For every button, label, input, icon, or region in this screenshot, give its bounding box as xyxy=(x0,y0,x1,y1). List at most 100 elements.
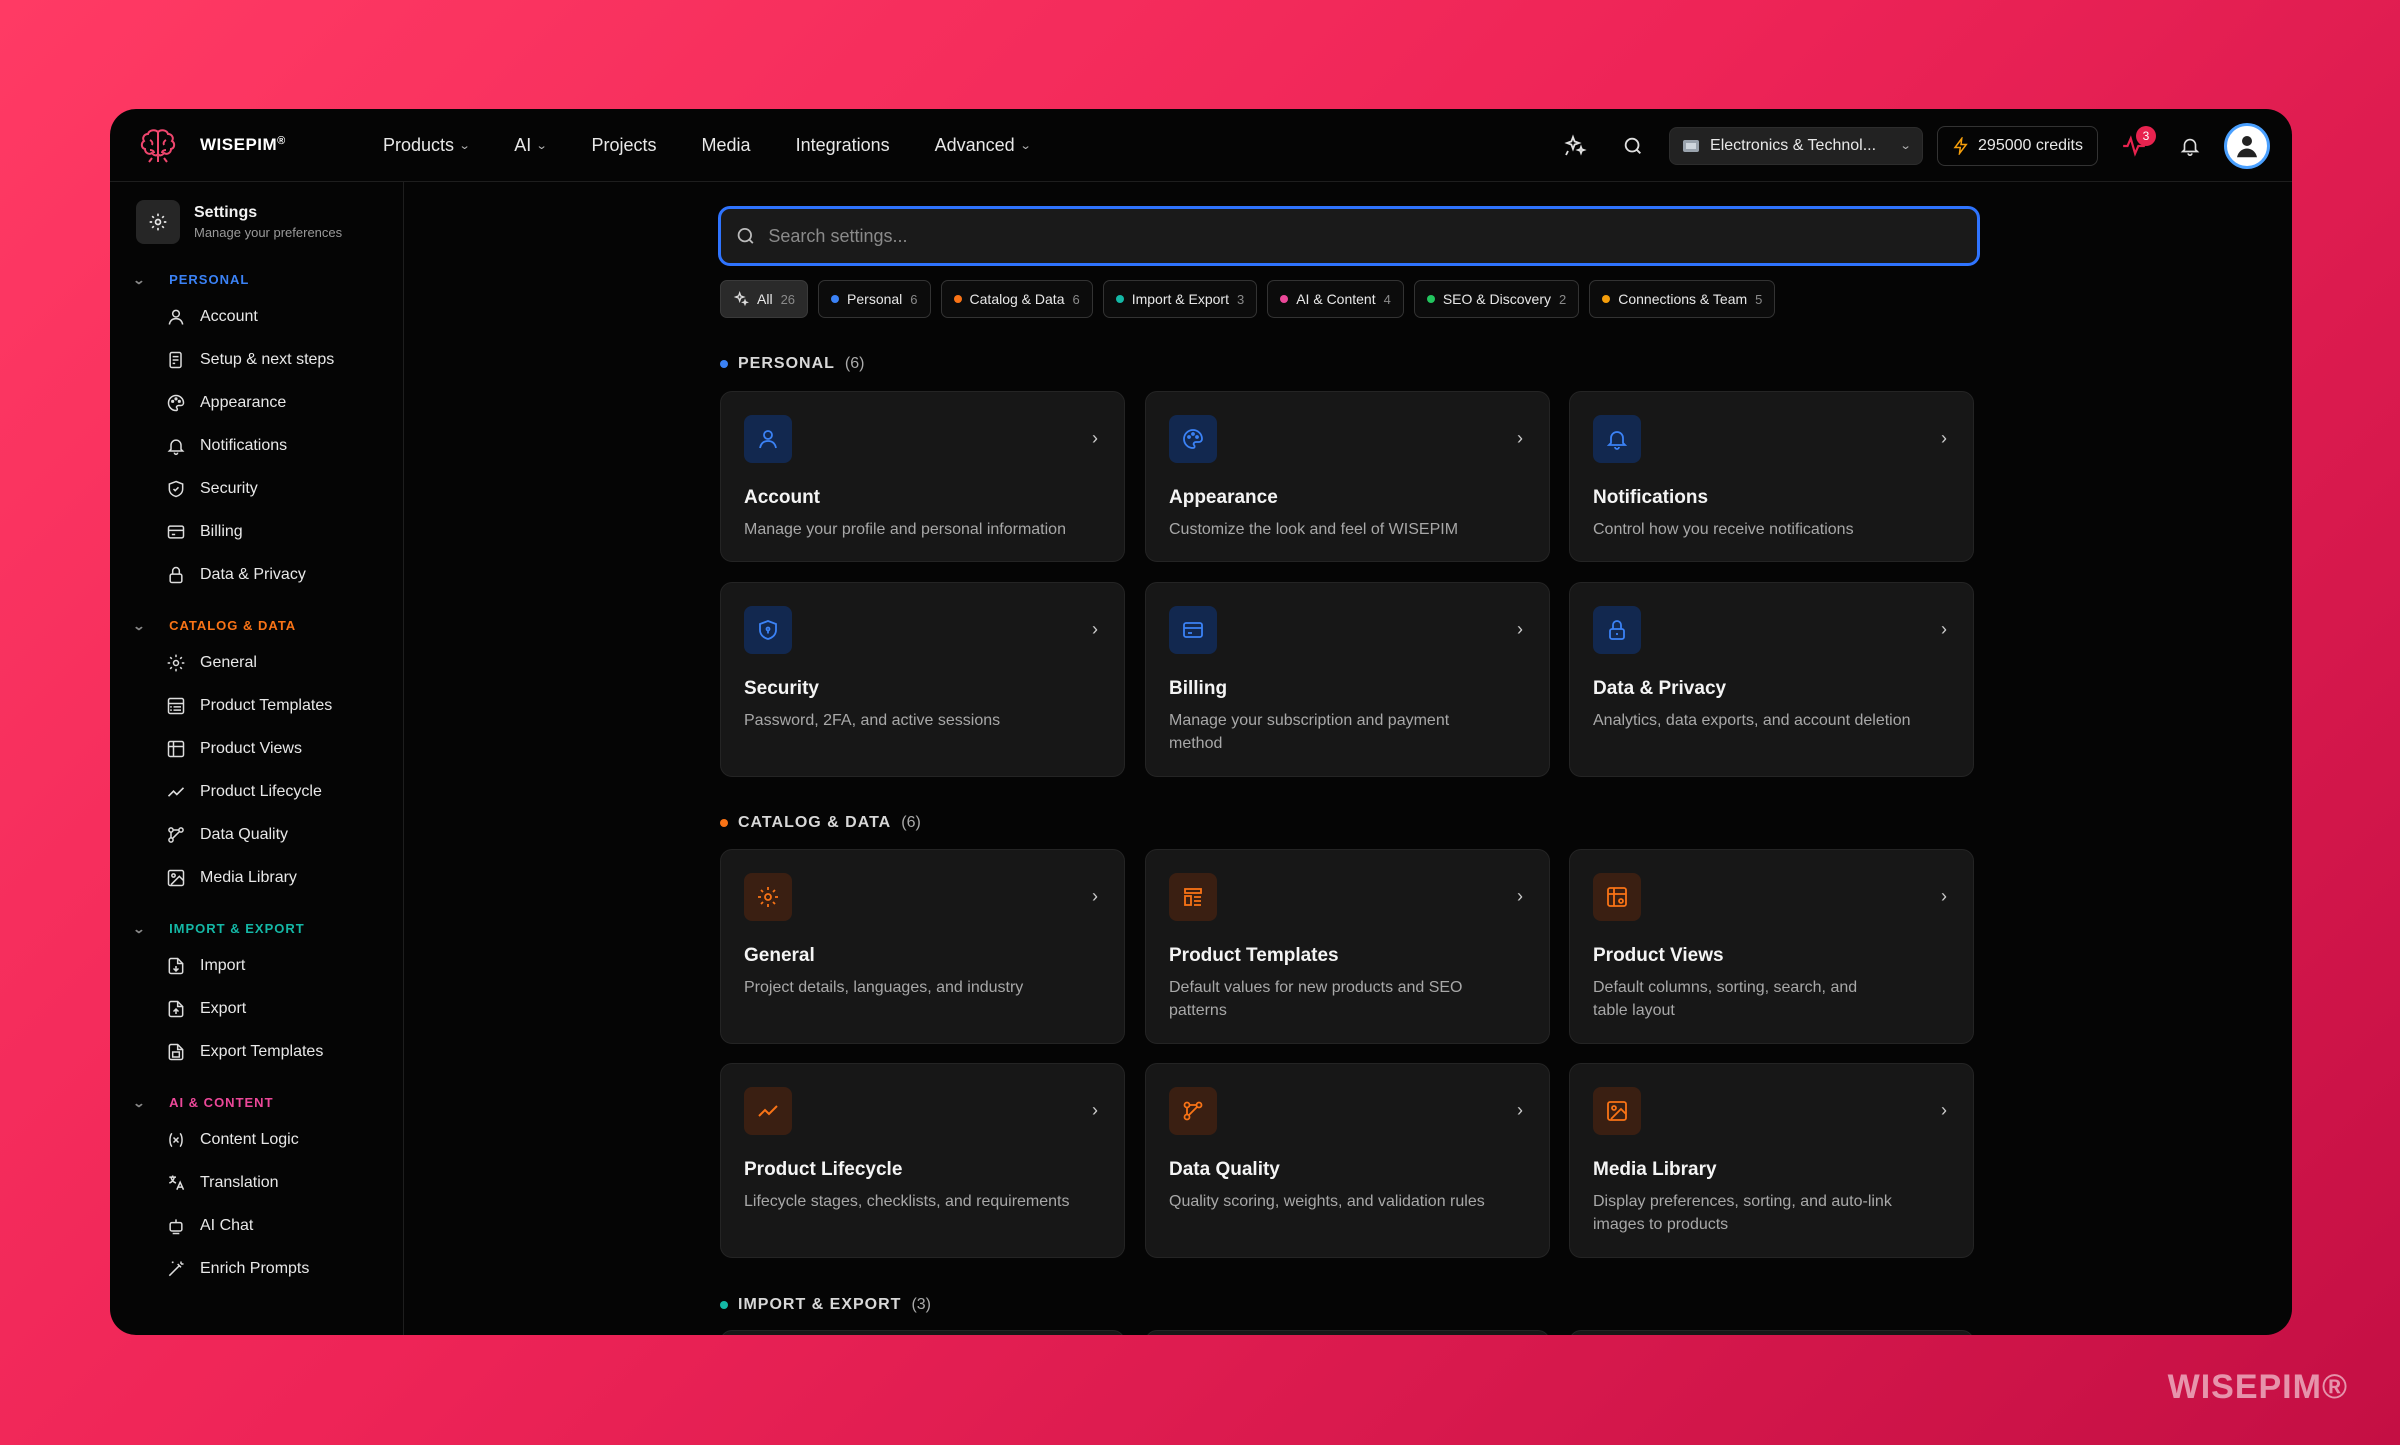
brain-logo-icon[interactable] xyxy=(138,127,178,165)
topbar-actions: Electronics & Technol... ⌄ 295000 credit… xyxy=(1557,109,2270,182)
card-title: Appearance xyxy=(1169,487,1278,508)
card-title: Product Lifecycle xyxy=(744,1159,903,1180)
brand-name: WISEPIM® xyxy=(200,135,286,154)
template-icon xyxy=(167,697,185,715)
settings-search[interactable] xyxy=(718,206,1980,266)
dot-icon xyxy=(953,295,962,303)
dot-icon xyxy=(831,295,840,303)
sidebar-item-product-lifecycle[interactable]: Product Lifecycle xyxy=(166,782,322,802)
nav-products[interactable]: Products ⌄ xyxy=(383,135,471,156)
sidebar-section-personal[interactable]: ⌄ PERSONAL xyxy=(132,272,249,287)
chevron-right-icon: › xyxy=(1941,428,1947,448)
table-icon xyxy=(1593,873,1641,921)
sidebar-item-content-logic[interactable]: Content Logic xyxy=(166,1130,299,1150)
search-input[interactable] xyxy=(768,225,1963,247)
variable-icon xyxy=(169,1132,183,1148)
card-description: Quality scoring, weights, and validation… xyxy=(1169,1193,1485,1210)
gear-icon xyxy=(744,873,792,921)
trend-icon xyxy=(167,787,185,797)
sidebar-item-general[interactable]: General xyxy=(166,653,257,673)
card-title: Data Quality xyxy=(1169,1159,1280,1180)
sidebar-item-product-views[interactable]: Product Views xyxy=(166,739,302,759)
gear-icon xyxy=(136,200,180,244)
card-billing[interactable]: › Billing Manage your subscription and p… xyxy=(1145,582,1550,777)
chip-catalog-data[interactable]: Catalog & Data 6 xyxy=(940,280,1093,318)
card-general[interactable]: › General Project details, languages, an… xyxy=(720,849,1125,1044)
file-import-icon xyxy=(168,957,184,975)
card-partial[interactable] xyxy=(1569,1330,1974,1335)
sidebar-item-export-templates[interactable]: Export Templates xyxy=(166,1042,323,1062)
chip-ai-content[interactable]: AI & Content 4 xyxy=(1267,280,1404,318)
sidebar-item-translation[interactable]: Translation xyxy=(166,1173,279,1193)
card-data-privacy[interactable]: › Data & Privacy Analytics, data exports… xyxy=(1569,582,1974,777)
notifications-button[interactable] xyxy=(2172,128,2208,164)
card-data-quality[interactable]: › Data Quality Quality scoring, weights,… xyxy=(1145,1063,1550,1258)
nav-advanced[interactable]: Advanced ⌄ xyxy=(935,135,1032,156)
settings-sidebar: Settings Manage your preferences ⌄ PERSON… xyxy=(110,182,404,1335)
sidebar-item-enrich-prompts[interactable]: Enrich Prompts xyxy=(166,1259,309,1279)
dot-icon xyxy=(720,1301,728,1309)
card-description: Manage your subscription and payment met… xyxy=(1169,712,1450,752)
card-appearance[interactable]: › Appearance Customize the look and feel… xyxy=(1145,391,1550,562)
sidebar-item-security[interactable]: Security xyxy=(166,479,258,499)
chip-seo-discovery[interactable]: SEO & Discovery 2 xyxy=(1413,280,1580,318)
workspace-select[interactable]: Electronics & Technol... ⌄ xyxy=(1669,126,1924,165)
sidebar-item-ai-chat[interactable]: AI Chat xyxy=(166,1216,253,1236)
magic-wand-icon xyxy=(168,1261,184,1277)
credits-button[interactable]: 295000 credits xyxy=(1937,125,2098,166)
chip-all[interactable]: All 26 xyxy=(720,280,809,318)
sidebar-item-appearance[interactable]: Appearance xyxy=(166,393,286,413)
card-title: Data & Privacy xyxy=(1593,678,1727,699)
sidebar-section-catalog[interactable]: ⌄ CATALOG & DATA xyxy=(132,618,296,633)
dot-icon xyxy=(1602,295,1611,303)
card-title: Billing xyxy=(1169,678,1228,699)
sidebar-item-billing[interactable]: Billing xyxy=(166,522,243,542)
card-partial[interactable] xyxy=(720,1330,1125,1335)
sidebar-item-setup[interactable]: Setup & next steps xyxy=(166,350,334,370)
sidebar-item-import[interactable]: Import xyxy=(166,956,245,976)
nav-media[interactable]: Media xyxy=(702,135,751,156)
card-account[interactable]: › Account Manage your profile and person… xyxy=(720,391,1125,562)
chip-import-export[interactable]: Import & Export 3 xyxy=(1102,280,1258,318)
card-description: Manage your profile and personal informa… xyxy=(744,521,1066,538)
activity-button[interactable]: 3 xyxy=(2116,125,2156,164)
user-icon xyxy=(744,415,792,463)
card-description: Display preferences, sorting, and auto-l… xyxy=(1593,1193,1892,1233)
chip-personal[interactable]: Personal 6 xyxy=(818,280,931,318)
sidebar-section-import-export[interactable]: ⌄ IMPORT & EXPORT xyxy=(132,921,305,936)
chevron-right-icon: › xyxy=(1517,1100,1523,1120)
sidebar-item-data-privacy[interactable]: Data & Privacy xyxy=(166,565,306,585)
nav-projects[interactable]: Projects xyxy=(592,135,657,156)
sidebar-item-export[interactable]: Export xyxy=(166,999,246,1019)
gear-icon xyxy=(167,654,185,672)
card-media-library[interactable]: › Media Library Display preferences, sor… xyxy=(1569,1063,1974,1258)
search-icon xyxy=(1624,137,1642,154)
sidebar-section-ai-content[interactable]: ⌄ AI & CONTENT xyxy=(132,1095,274,1110)
card-product-lifecycle[interactable]: › Product Lifecycle Lifecycle stages, ch… xyxy=(720,1063,1125,1258)
nav-integrations[interactable]: Integrations xyxy=(796,135,890,156)
sidebar-item-product-templates[interactable]: Product Templates xyxy=(166,696,332,716)
sparkles-icon xyxy=(733,291,749,307)
settings-main: All26 Personal6 Catalog & Data6 Import &… xyxy=(404,182,2292,1335)
bell-icon xyxy=(167,439,185,456)
ai-sparkles-button[interactable] xyxy=(1557,128,1593,164)
card-product-templates[interactable]: › Product Templates Default values for n… xyxy=(1145,849,1550,1044)
sidebar-item-account[interactable]: Account xyxy=(166,307,258,327)
card-notifications[interactable]: › Notifications Control how you receive … xyxy=(1569,391,1974,562)
card-description: Control how you receive notifications xyxy=(1593,521,1854,538)
sidebar-item-notifications[interactable]: Notifications xyxy=(166,436,287,456)
card-description: Default columns, sorting, search, and ta… xyxy=(1593,979,1858,1019)
card-security[interactable]: › Security Password, 2FA, and active ses… xyxy=(720,582,1125,777)
card-partial[interactable] xyxy=(1145,1330,1550,1335)
user-avatar[interactable] xyxy=(2224,122,2270,169)
nav-ai[interactable]: AI ⌄ xyxy=(514,135,548,156)
card-product-views[interactable]: › Product Views Default columns, sorting… xyxy=(1569,849,1974,1044)
chevron-right-icon: › xyxy=(1092,428,1098,448)
search-button[interactable] xyxy=(1615,128,1651,164)
sidebar-item-data-quality[interactable]: Data Quality xyxy=(166,825,288,845)
image-icon xyxy=(1593,1087,1641,1135)
sidebar-item-media-library[interactable]: Media Library xyxy=(166,868,297,888)
credit-card-icon xyxy=(1169,606,1217,654)
chip-connections-team[interactable]: Connections & Team 5 xyxy=(1589,280,1776,318)
card-description: Password, 2FA, and active sessions xyxy=(744,712,1001,729)
